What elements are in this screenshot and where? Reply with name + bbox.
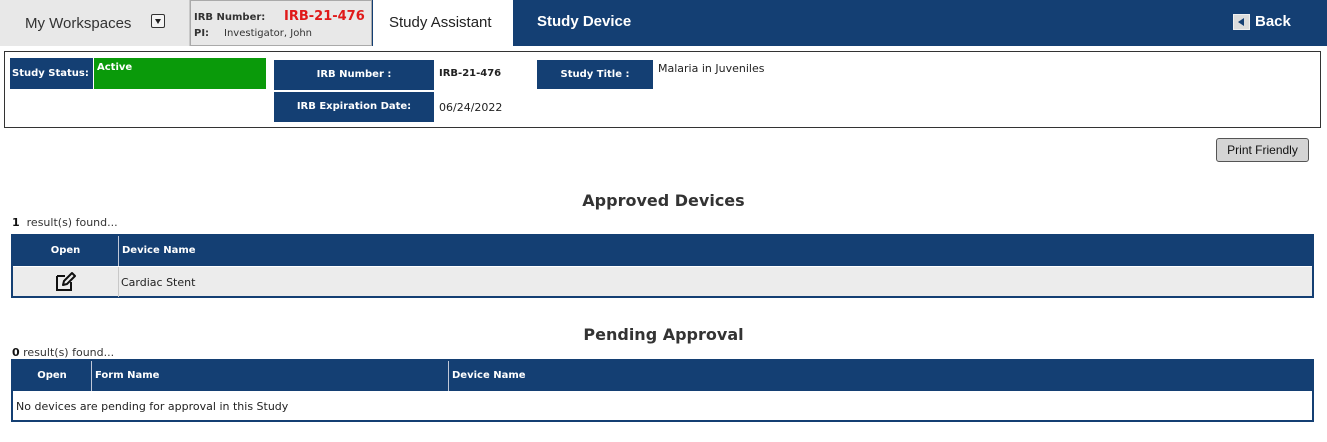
pi-value: Investigator, John xyxy=(224,28,312,39)
approved-devices-heading: Approved Devices xyxy=(582,191,745,210)
column-header-open: Open xyxy=(50,245,81,256)
top-nav-bar: My Workspaces IRB Number: IRB-21-476 PI:… xyxy=(0,0,1327,46)
pending-count-number: 0 xyxy=(12,346,20,359)
my-workspaces-menu[interactable]: My Workspaces xyxy=(0,0,190,46)
pending-approval-heading: Pending Approval xyxy=(583,325,744,344)
dropdown-caret-icon[interactable] xyxy=(151,14,165,28)
approved-count-number: 1 xyxy=(12,216,20,229)
irb-number-header: IRB Number : xyxy=(274,60,434,90)
tab-study-assistant-label: Study Assistant xyxy=(389,14,492,31)
approved-result-count: 1 result(s) found... xyxy=(12,216,118,229)
device-name-cell: Cardiac Stent xyxy=(121,276,196,289)
study-title-field: Malaria in Juveniles xyxy=(658,62,765,75)
edit-icon[interactable] xyxy=(54,271,76,296)
column-header-form-name: Form Name xyxy=(91,361,448,391)
column-header-open: Open xyxy=(37,370,67,381)
irb-summary-box: IRB Number: IRB-21-476 PI: Investigator,… xyxy=(190,0,372,46)
print-friendly-button[interactable]: Print Friendly xyxy=(1216,138,1309,162)
irb-number-label: IRB Number: xyxy=(194,12,266,23)
study-status-badge: Active xyxy=(94,58,266,89)
pending-approval-table: Open Form Name Device Name No devices ar… xyxy=(11,359,1314,422)
table-header: Open Form Name Device Name xyxy=(13,361,1312,391)
approved-devices-table: Open Device Name Cardiac Stent xyxy=(11,234,1314,298)
irb-expiration-field: 06/24/2022 xyxy=(439,101,503,114)
pending-count-suffix: result(s) found... xyxy=(23,346,115,359)
approved-count-suffix: result(s) found... xyxy=(26,216,118,229)
back-label: Back xyxy=(1255,13,1291,30)
pending-result-count: 0 result(s) found... xyxy=(12,346,114,359)
table-row-empty: No devices are pending for approval in t… xyxy=(13,391,1312,420)
my-workspaces-label: My Workspaces xyxy=(25,15,132,32)
irb-expiration-header: IRB Expiration Date: xyxy=(274,92,434,122)
empty-message: No devices are pending for approval in t… xyxy=(16,400,289,413)
back-arrow-icon xyxy=(1233,14,1250,30)
tab-study-assistant[interactable]: Study Assistant xyxy=(373,0,513,46)
irb-number-field: IRB-21-476 xyxy=(439,68,502,79)
table-row: Cardiac Stent xyxy=(13,266,1312,297)
column-header-device-name: Device Name xyxy=(448,361,1312,391)
pi-label: PI: xyxy=(194,28,210,39)
table-header: Open Device Name xyxy=(13,236,1312,266)
page-title: Study Device xyxy=(537,13,632,30)
study-title-header: Study Title : xyxy=(537,60,653,89)
irb-number-value: IRB-21-476 xyxy=(284,9,365,24)
study-status-label: Study Status: xyxy=(10,58,93,89)
column-header-device-name: Device Name xyxy=(118,236,1312,266)
study-info-panel: Study Status: Active IRB Number : IRB-21… xyxy=(4,51,1321,128)
